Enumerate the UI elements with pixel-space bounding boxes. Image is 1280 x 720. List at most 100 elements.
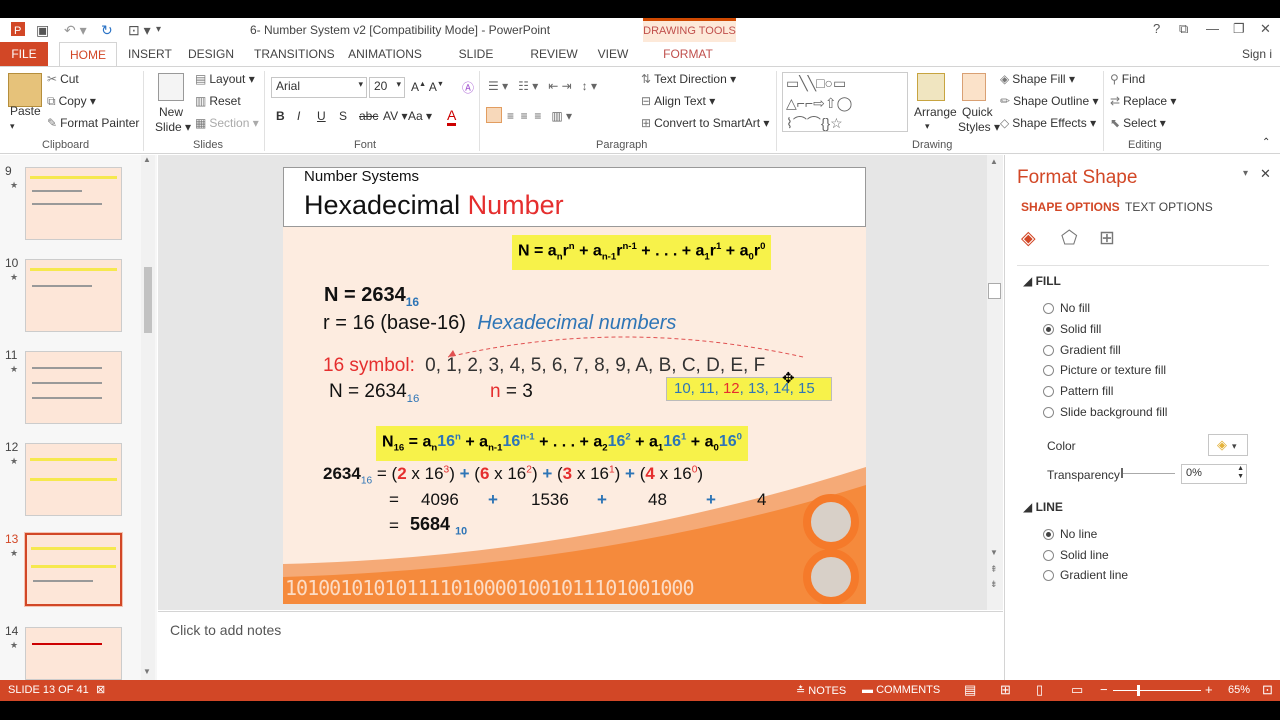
quick-styles-icon[interactable] — [962, 73, 986, 101]
convert-smartart-button[interactable]: ⊞ Convert to SmartArt ▾ — [641, 116, 769, 130]
radio-picture-fill[interactable]: Picture or texture fill — [1043, 363, 1166, 377]
pane-options-icon[interactable]: ▾ — [1243, 168, 1248, 179]
arrange-button[interactable]: Arrange — [914, 105, 957, 119]
spinner-icon[interactable]: ▲ ▼ — [1237, 465, 1244, 481]
paste-icon[interactable] — [8, 73, 42, 107]
zoom-slider-handle[interactable] — [1137, 685, 1140, 696]
tab-slide-show[interactable]: SLIDE SHOW — [442, 42, 510, 85]
help-icon[interactable]: ? — [1153, 21, 1160, 36]
shadow-button[interactable]: S — [339, 109, 347, 123]
normal-view-icon[interactable]: ▤ — [964, 682, 976, 698]
paste-button[interactable]: Paste — [10, 104, 41, 118]
slide-thumbnail-13-selected[interactable] — [24, 532, 123, 607]
fit-slide-icon[interactable]: ⊡ — [1262, 682, 1273, 698]
slide-thumbnail-10[interactable] — [25, 259, 122, 332]
pane-close-icon[interactable]: ✕ — [1260, 166, 1271, 182]
ribbon-display-icon[interactable]: ⧉ — [1179, 21, 1188, 37]
clear-formatting-icon[interactable]: Ⓐ — [462, 79, 474, 96]
sign-in-link[interactable]: Sign i — [1240, 42, 1274, 66]
italic-button[interactable]: I — [297, 109, 300, 123]
layout-button[interactable]: ▤ Layout ▾ — [195, 72, 255, 86]
tab-design[interactable]: DESIGN — [188, 42, 234, 66]
quick-styles-dropdown[interactable]: Styles ▾ — [958, 120, 1000, 134]
previous-slide-icon[interactable]: ⇞ — [990, 564, 998, 575]
effects-pentagon-icon[interactable]: ⬠ — [1061, 227, 1078, 250]
next-slide-icon[interactable]: ⇟ — [990, 579, 998, 590]
radio-pattern-fill[interactable]: Pattern fill — [1043, 384, 1113, 398]
radio-no-line[interactable]: No line — [1043, 527, 1097, 541]
cut-button[interactable]: ✂ Cut — [47, 72, 79, 86]
zoom-out-icon[interactable]: − — [1100, 682, 1108, 697]
replace-button[interactable]: ⇄ Replace ▾ — [1110, 94, 1176, 108]
tab-shape-options[interactable]: SHAPE OPTIONS — [1021, 200, 1120, 214]
fill-section-header[interactable]: ◢ FILL — [1023, 274, 1061, 288]
tab-text-options[interactable]: TEXT OPTIONS — [1125, 200, 1213, 214]
font-color-button[interactable]: A — [447, 107, 457, 126]
radio-solid-fill[interactable]: Solid fill — [1043, 322, 1101, 336]
restore-icon[interactable]: ❐ — [1233, 21, 1245, 37]
tab-home[interactable]: HOME — [59, 42, 117, 67]
shape-effects-button[interactable]: ◇ Shape Effects ▾ — [1000, 116, 1096, 130]
align-text-button[interactable]: ⊟ Align Text ▾ — [641, 94, 715, 108]
font-family-combo[interactable]: Arial ▾ — [271, 77, 367, 98]
color-picker-button[interactable]: ◈ ▾ — [1208, 434, 1248, 456]
scroll-up-icon[interactable]: ▲ — [990, 157, 998, 166]
reading-view-icon[interactable]: ▯ — [1036, 682, 1043, 698]
line-section-header[interactable]: ◢ LINE — [1023, 500, 1063, 514]
thumbnail-scrollbar[interactable]: ▲ ▼ — [141, 155, 155, 680]
transparency-input[interactable]: 0% ▲ ▼ — [1181, 464, 1247, 484]
shape-outline-button[interactable]: ✏ Shape Outline ▾ — [1000, 94, 1098, 108]
radio-no-fill[interactable]: No fill — [1043, 301, 1090, 315]
arrange-icon[interactable] — [917, 73, 945, 101]
spellcheck-icon[interactable]: ⊠ — [96, 683, 105, 696]
char-spacing-button[interactable]: AV ▾ — [383, 109, 407, 123]
tab-animations[interactable]: ANIMATIONS — [348, 42, 422, 66]
text-direction-button[interactable]: ⇅ Text Direction ▾ — [641, 72, 736, 86]
radio-solid-line[interactable]: Solid line — [1043, 548, 1109, 562]
tab-format[interactable]: FORMAT — [660, 42, 716, 66]
slide-scrollbar[interactable]: ▲ ▼ ⇞ ⇟ — [987, 155, 1003, 610]
comments-button[interactable]: ▬ COMMENTS — [862, 684, 940, 696]
shape-fill-button[interactable]: ◈ Shape Fill ▾ — [1000, 72, 1075, 86]
font-size-combo[interactable]: 20 ▾ — [369, 77, 405, 98]
slideshow-view-icon[interactable]: ▭ — [1071, 682, 1083, 698]
scroll-up-icon[interactable]: ▲ — [143, 155, 151, 164]
radio-slide-background-fill[interactable]: Slide background fill — [1043, 405, 1167, 419]
new-slide-dropdown[interactable]: Slide ▾ — [155, 120, 191, 134]
collapse-ribbon-icon[interactable]: ⌃ — [1262, 137, 1270, 148]
close-icon[interactable]: ✕ — [1260, 21, 1271, 37]
zoom-level[interactable]: 65% — [1228, 684, 1250, 696]
scroll-thumb[interactable] — [144, 267, 152, 333]
fill-line-icon[interactable]: ◈ — [1021, 227, 1036, 250]
tab-transitions[interactable]: TRANSITIONS — [254, 42, 335, 66]
tab-insert[interactable]: INSERT — [128, 42, 172, 66]
find-button[interactable]: ⚲ Find — [1110, 72, 1145, 86]
slide-thumbnail-11[interactable] — [25, 351, 122, 424]
quick-styles-button[interactable]: Quick — [962, 105, 993, 119]
underline-button[interactable]: U — [317, 109, 326, 123]
radio-gradient-line[interactable]: Gradient line — [1043, 568, 1128, 582]
slider-handle[interactable] — [1121, 468, 1123, 478]
paste-dropdown-icon[interactable]: ▾ — [10, 121, 15, 132]
copy-button[interactable]: ⧉ Copy ▾ — [47, 94, 96, 109]
zoom-in-icon[interactable]: + — [1205, 682, 1213, 697]
shapes-gallery[interactable]: ▭╲╲□○▭ △⌐⌐⇨⇧◯ ⌇⌒⌒{}☆ — [782, 72, 908, 132]
select-button[interactable]: ⬉ Select ▾ — [1110, 116, 1166, 130]
scroll-down-icon[interactable]: ▼ — [143, 667, 151, 676]
notes-placeholder[interactable]: Click to add notes — [170, 622, 281, 638]
change-case-button[interactable]: Aa ▾ — [408, 109, 432, 123]
align-left-button[interactable] — [486, 107, 502, 123]
scroll-thumb[interactable] — [988, 283, 1001, 299]
new-slide-icon[interactable] — [158, 73, 184, 101]
slide-sorter-icon[interactable]: ⊞ — [1000, 682, 1011, 698]
slide-thumbnail-9[interactable] — [25, 167, 122, 240]
size-properties-icon[interactable]: ⊞ — [1099, 227, 1115, 250]
notes-pane[interactable]: Click to add notes — [158, 611, 1003, 680]
tab-view[interactable]: VIEW — [596, 42, 630, 66]
format-painter-button[interactable]: ✎ Format Painter — [47, 116, 139, 130]
arrange-dropdown-icon[interactable]: ▾ — [925, 121, 930, 132]
new-slide-button[interactable]: New — [159, 105, 183, 119]
zoom-slider[interactable] — [1113, 690, 1201, 691]
radio-gradient-fill[interactable]: Gradient fill — [1043, 343, 1121, 357]
section-button[interactable]: ▦ Section ▾ — [195, 116, 259, 130]
